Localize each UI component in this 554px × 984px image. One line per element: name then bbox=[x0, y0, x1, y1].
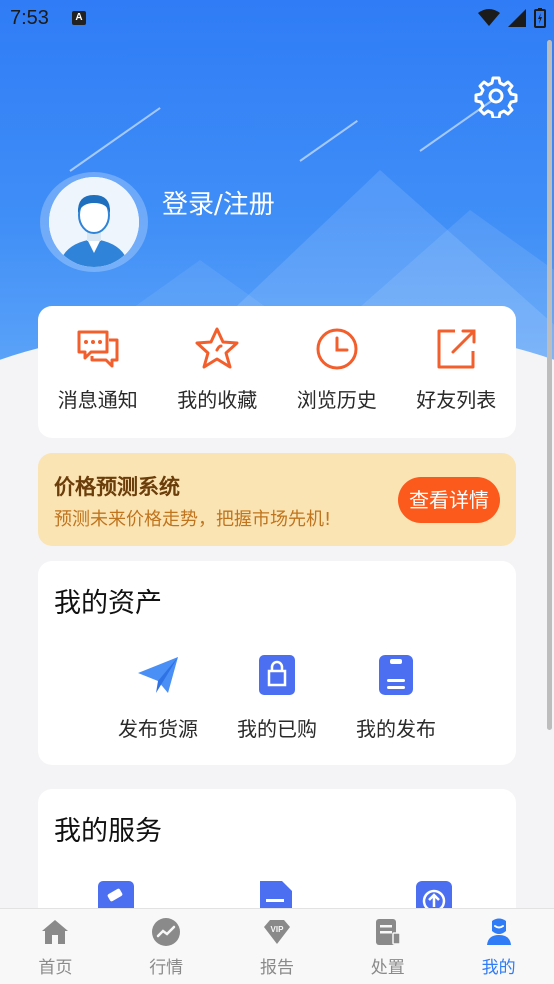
user-icon bbox=[486, 918, 511, 945]
quick-item-history[interactable]: 浏览历史 bbox=[277, 306, 397, 438]
asset-item-my-purchases[interactable]: 我的已购 bbox=[222, 653, 332, 742]
battery-icon bbox=[534, 8, 546, 28]
clock-icon bbox=[316, 328, 358, 370]
quick-item-label: 消息通知 bbox=[57, 388, 138, 412]
tab-mine[interactable]: 我的 bbox=[443, 909, 554, 984]
my-assets-card: 我的资产 发布货源 我的已购 我的发布 bbox=[38, 561, 516, 765]
tab-home[interactable]: 首页 bbox=[0, 909, 111, 984]
status-time: 7:53 bbox=[10, 7, 49, 29]
quick-item-label: 好友列表 bbox=[416, 388, 497, 412]
quick-item-favorites[interactable]: 我的收藏 bbox=[158, 306, 278, 438]
signal-icon bbox=[508, 9, 526, 27]
tab-label: 处置 bbox=[370, 958, 405, 978]
asset-item-label: 发布货源 bbox=[118, 717, 198, 741]
tab-label: 首页 bbox=[38, 958, 73, 978]
banner-subtitle: 预测未来价格走势，把握市场先机! bbox=[54, 509, 332, 530]
quick-item-messages[interactable]: 消息通知 bbox=[38, 306, 158, 438]
status-bar: 7:53 A bbox=[0, 0, 554, 40]
document-icon bbox=[379, 655, 413, 695]
home-icon bbox=[42, 920, 69, 944]
services-title: 我的服务 bbox=[54, 816, 162, 847]
shopping-bag-icon bbox=[259, 655, 295, 695]
quick-item-friends[interactable]: 好友列表 bbox=[397, 306, 517, 438]
asset-item-publish-supply[interactable]: 发布货源 bbox=[103, 653, 213, 742]
star-icon bbox=[195, 327, 239, 369]
status-icons bbox=[478, 8, 546, 28]
quick-menu-card: 消息通知 我的收藏 浏览历史 好友列表 bbox=[38, 306, 516, 438]
scrollbar[interactable] bbox=[547, 40, 552, 730]
tab-label: 我的 bbox=[481, 958, 516, 978]
notification-a-icon: A bbox=[72, 11, 86, 25]
avatar[interactable] bbox=[40, 172, 148, 272]
tab-report[interactable]: VIP 报告 bbox=[222, 909, 333, 984]
wifi-icon bbox=[478, 9, 500, 26]
tab-label: 报告 bbox=[259, 958, 294, 978]
svg-text:VIP: VIP bbox=[271, 925, 285, 934]
asset-item-label: 我的已购 bbox=[237, 717, 317, 741]
tab-disposal[interactable]: 处置 bbox=[332, 909, 443, 984]
login-register-link[interactable]: 登录/注册 bbox=[162, 184, 275, 221]
tab-label: 行情 bbox=[149, 958, 184, 978]
share-icon bbox=[437, 329, 476, 369]
vip-diamond-icon: VIP bbox=[263, 920, 290, 944]
quick-item-label: 我的收藏 bbox=[177, 388, 258, 412]
assets-title: 我的资产 bbox=[54, 588, 162, 619]
asset-item-label: 我的发布 bbox=[356, 717, 436, 741]
message-icon bbox=[77, 330, 119, 368]
settings-gear-icon[interactable] bbox=[474, 74, 518, 118]
tab-market[interactable]: 行情 bbox=[111, 909, 222, 984]
price-forecast-banner[interactable]: 价格预测系统 预测未来价格走势，把握市场先机! 查看详情 bbox=[38, 453, 516, 546]
paper-plane-icon bbox=[138, 657, 178, 693]
clipboard-icon bbox=[375, 919, 401, 945]
banner-title: 价格预测系统 bbox=[54, 475, 180, 499]
trend-icon bbox=[152, 918, 181, 946]
asset-item-my-posts[interactable]: 我的发布 bbox=[341, 653, 451, 742]
avatar-image bbox=[49, 177, 139, 267]
view-details-button[interactable]: 查看详情 bbox=[398, 477, 500, 523]
bottom-nav: 首页 行情 VIP 报告 处置 我的 bbox=[0, 908, 554, 984]
quick-item-label: 浏览历史 bbox=[296, 388, 377, 412]
user-avatar-icon bbox=[49, 177, 139, 267]
